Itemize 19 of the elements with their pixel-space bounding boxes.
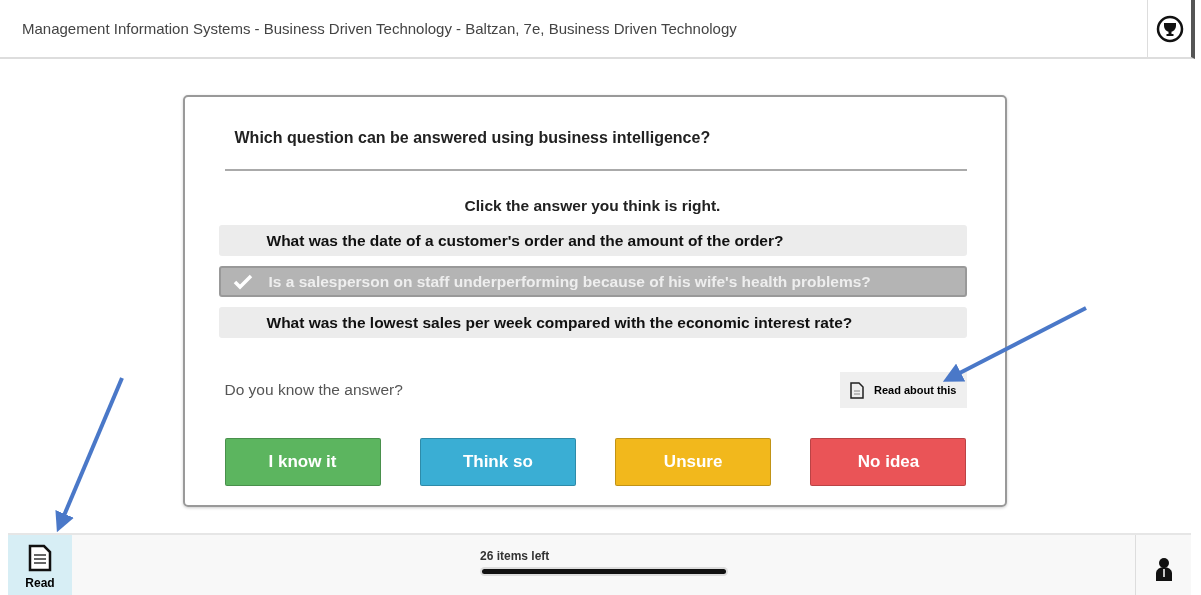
answer-option[interactable]: Is a salesperson on staff underperforming because of his wife's health problems? [218,266,967,297]
confidence-prompt: Do you know the answer? [224,381,403,399]
confidence-button[interactable]: Think so [419,438,576,486]
confidence-button[interactable]: No idea [810,438,967,486]
instruction-text: Click the answer you think is right. [463,197,722,215]
read-button[interactable]: Read [8,535,72,595]
course-title: Management Information Systems - Business Driven Technology - Baltzan, 7e, Business Driven Technology [22,20,738,37]
document-icon [28,544,52,572]
read-about-button[interactable]: Read about this [840,372,967,408]
trophy-icon [1155,14,1184,43]
answer-option[interactable]: What was the lowest sales per week compared with the economic interest rate? [218,307,967,338]
question-text: Which question can be answered using business intelligence? [233,128,712,148]
answer-option[interactable]: What was the date of a customer's order and the amount of the order? [218,225,967,256]
document-icon [850,381,864,399]
confidence-button[interactable]: I know it [224,438,381,486]
confidence-button[interactable]: Unsure [615,438,772,486]
items-left-text: 26 items left [480,549,550,563]
check-icon [232,273,253,290]
person-icon [1153,556,1174,582]
